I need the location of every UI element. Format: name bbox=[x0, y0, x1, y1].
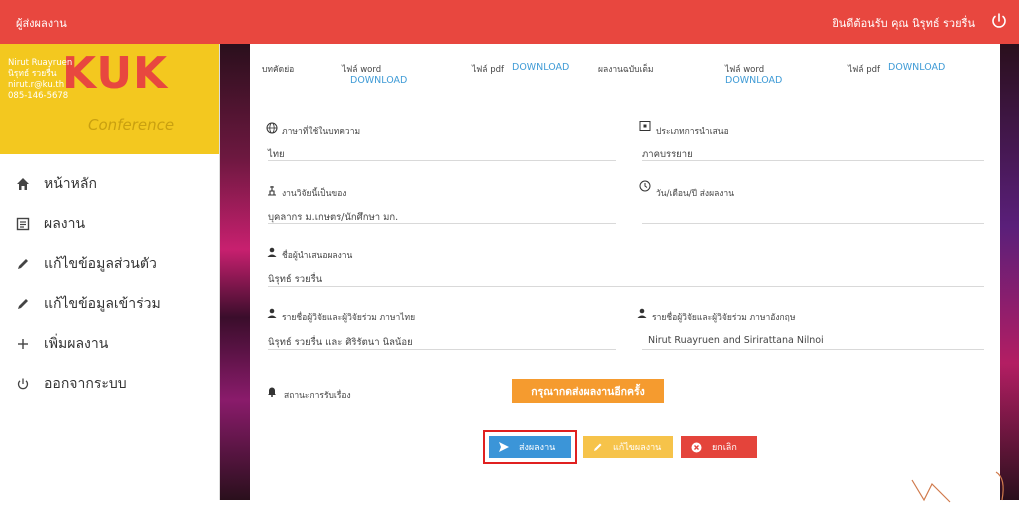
sidebar-item-label: ผลงาน bbox=[44, 216, 86, 232]
person-icon bbox=[267, 247, 277, 257]
full-pdf-label: ไฟล์ pdf bbox=[848, 65, 880, 75]
sidebar-menu: หน้าหลัก ผลงาน แก้ไขข้อมูลส่วนตัว แก้ไขข… bbox=[0, 154, 219, 404]
profile-card: KUK Conference Nirut Ruayruen นิรุทธ์ รว… bbox=[0, 44, 219, 154]
abstract-pdf-label: ไฟล์ pdf bbox=[472, 65, 504, 75]
sidebar-item-label: ออกจากระบบ bbox=[44, 376, 127, 392]
page-title: ผู้ส่งผลงาน bbox=[16, 17, 67, 30]
sidebar-item-label: แก้ไขข้อมูลส่วนตัว bbox=[44, 256, 157, 272]
sidebar-item-label: เพิ่มผลงาน bbox=[44, 336, 109, 352]
decorative-background bbox=[1000, 44, 1019, 500]
full-paper-label: ผลงานฉบับเต็ม bbox=[598, 65, 654, 75]
full-pdf-download-link[interactable]: DOWNLOAD bbox=[888, 62, 945, 73]
welcome-text: ยินดีต้อนรับ คุณ นิรุทธ์ รวยรื่น bbox=[832, 17, 975, 30]
home-icon bbox=[16, 177, 30, 191]
person-icon bbox=[637, 308, 647, 318]
sidebar-item-add-work[interactable]: เพิ่มผลงาน bbox=[0, 324, 219, 364]
clock-icon bbox=[639, 180, 651, 192]
abstract-word-label: ไฟล์ word bbox=[342, 65, 382, 75]
status-label: สถานะการรับเรื่อง bbox=[284, 391, 351, 401]
coauthors-en-label: รายชื่อผู้วิจัยและผู้วิจัยร่วม ภาษาอังกฤ… bbox=[652, 313, 796, 323]
profile-info: Nirut Ruayruen นิรุทธ์ รวยรื่น nirut.r@k… bbox=[8, 58, 72, 102]
pencil-icon bbox=[16, 257, 30, 271]
field-underline bbox=[268, 223, 616, 224]
plus-icon bbox=[16, 337, 30, 351]
coauthors-th-label: รายชื่อผู้วิจัยและผู้วิจัยร่วม ภาษาไทย bbox=[282, 313, 416, 323]
abstract-pdf-download-link[interactable]: DOWNLOAD bbox=[512, 62, 569, 73]
full-word-label: ไฟล์ word bbox=[725, 65, 765, 75]
presentation-label: ประเภทการนำเสนอ bbox=[656, 127, 729, 137]
pencil-icon bbox=[594, 443, 602, 451]
abstract-label: บทคัดย่อ bbox=[262, 65, 295, 75]
submission-detail-card: บทคัดย่อ ไฟล์ word DOWNLOAD ไฟล์ pdf DOW… bbox=[250, 44, 1000, 500]
full-word-download-link[interactable]: DOWNLOAD bbox=[725, 75, 782, 86]
field-underline bbox=[268, 160, 616, 161]
top-bar: ผู้ส่งผลงาน ยินดีต้อนรับ คุณ นิรุทธ์ รวย… bbox=[0, 0, 1019, 44]
power-icon[interactable] bbox=[989, 11, 1009, 31]
power-icon bbox=[16, 377, 30, 391]
coauthors-th-value: นิรุทธ์ รวยรื่น และ ศิริรัตนา นิลน้อย bbox=[268, 337, 413, 348]
globe-icon bbox=[266, 122, 278, 134]
profile-email: nirut.r@ku.th bbox=[8, 80, 65, 90]
field-underline bbox=[268, 286, 984, 287]
language-label: ภาษาที่ใช้ในบทความ bbox=[282, 127, 361, 137]
sidebar-item-logout[interactable]: ออกจากระบบ bbox=[0, 364, 219, 404]
sidebar: KUK Conference Nirut Ruayruen นิรุทธ์ รว… bbox=[0, 44, 220, 500]
profile-phone: 085-146-5678 bbox=[8, 91, 69, 101]
coauthors-en-value: Nirut Ruayruen and Sirirattana Nilnoi bbox=[648, 335, 824, 346]
conference-logo-sub: Conference bbox=[88, 116, 175, 134]
pencil-icon bbox=[16, 297, 30, 311]
presenter-label: ชื่อผู้นำเสนอผลงาน bbox=[282, 251, 353, 261]
field-underline bbox=[268, 349, 616, 350]
cancel-button[interactable]: ยกเลิก bbox=[681, 436, 757, 458]
document-icon bbox=[16, 217, 30, 231]
edit-work-button[interactable]: แก้ไขผลงาน bbox=[583, 436, 673, 458]
sidebar-item-label: แก้ไขข้อมูลเข้าร่วม bbox=[44, 296, 161, 312]
cancel-icon bbox=[691, 442, 702, 452]
decorative-background bbox=[220, 44, 250, 500]
sidebar-item-edit-attendance[interactable]: แก้ไขข้อมูลเข้าร่วม bbox=[0, 284, 219, 324]
abstract-word-download-link[interactable]: DOWNLOAD bbox=[350, 75, 407, 86]
edit-work-button-label: แก้ไขผลงาน bbox=[613, 443, 662, 453]
profile-name-th: นิรุทธ์ รวยรื่น bbox=[8, 69, 57, 79]
profile-name-en: Nirut Ruayruen bbox=[8, 58, 73, 68]
presenter-value: นิรุทธ์ รวยรื่น bbox=[268, 274, 323, 285]
resubmit-notice: กรุณากดส่งผลงานอีกครั้ง bbox=[512, 379, 664, 403]
highlight-box bbox=[483, 430, 577, 464]
sidebar-item-label: หน้าหลัก bbox=[44, 176, 97, 192]
research-owner-label: งานวิจัยนี้เป็นของ bbox=[282, 189, 347, 199]
submission-date-label: วัน/เดือน/ปี ส่งผลงาน bbox=[656, 189, 735, 199]
field-underline bbox=[642, 349, 984, 350]
annotation-arrow-icon bbox=[911, 471, 1004, 503]
field-underline bbox=[642, 160, 984, 161]
field-underline bbox=[642, 223, 984, 224]
cancel-button-label: ยกเลิก bbox=[712, 443, 737, 453]
sidebar-item-works[interactable]: ผลงาน bbox=[0, 204, 219, 244]
sidebar-item-edit-profile[interactable]: แก้ไขข้อมูลส่วนตัว bbox=[0, 244, 219, 284]
bell-icon bbox=[268, 387, 276, 397]
sidebar-item-home[interactable]: หน้าหลัก bbox=[0, 164, 219, 204]
conference-logo: KUK bbox=[62, 48, 169, 99]
research-owner-icon bbox=[268, 186, 276, 196]
person-icon bbox=[267, 308, 277, 318]
presentation-icon bbox=[639, 121, 651, 131]
